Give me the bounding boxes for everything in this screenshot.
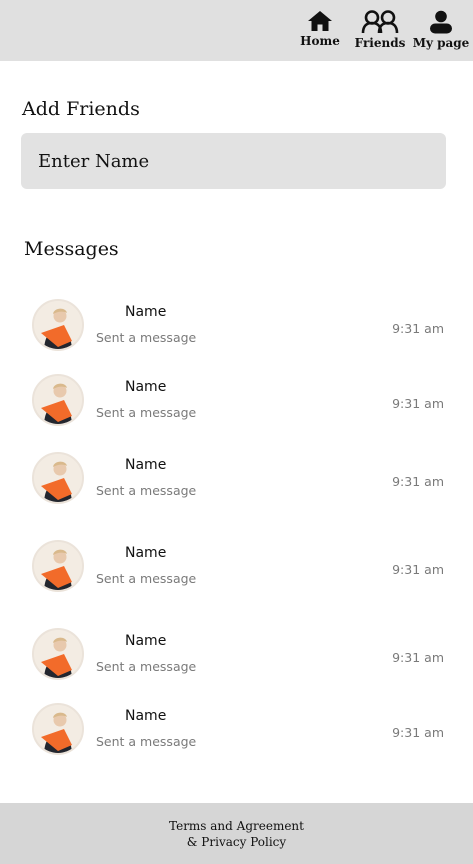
privacy-policy-link[interactable]: & Privacy Policy	[187, 834, 286, 850]
messages-title: Messages	[24, 238, 119, 260]
terms-link[interactable]: Terms and Agreement	[169, 818, 304, 834]
message-preview: Sent a message	[96, 483, 197, 498]
avatar	[32, 628, 84, 680]
nav-my-page[interactable]: My page	[413, 10, 469, 50]
message-sender-name: Name	[125, 708, 167, 724]
avatar	[32, 452, 84, 504]
message-time: 9:31 am	[392, 321, 444, 336]
message-time: 9:31 am	[392, 562, 444, 577]
user-icon	[428, 10, 454, 34]
message-time: 9:31 am	[392, 396, 444, 411]
nav-friends-label: Friends	[354, 36, 406, 50]
message-preview: Sent a message	[96, 330, 197, 345]
nav-home-label: Home	[300, 34, 340, 48]
footer: Terms and Agreement & Privacy Policy	[0, 803, 473, 864]
message-sender-name: Name	[125, 304, 167, 320]
message-item[interactable]: Name Sent a message 9:31 am	[0, 628, 473, 688]
message-sender-name: Name	[125, 379, 167, 395]
message-preview: Sent a message	[96, 659, 197, 674]
message-item[interactable]: Name Sent a message 9:31 am	[0, 540, 473, 600]
home-icon	[307, 10, 333, 32]
nav-home[interactable]: Home	[300, 10, 340, 48]
top-nav-bar: Home Friends My page	[0, 0, 473, 61]
message-preview: Sent a message	[96, 405, 197, 420]
message-item[interactable]: Name Sent a message 9:31 am	[0, 374, 473, 434]
message-sender-name: Name	[125, 633, 167, 649]
message-item[interactable]: Name Sent a message 9:31 am	[0, 299, 473, 359]
message-preview: Sent a message	[96, 734, 197, 749]
message-sender-name: Name	[125, 545, 167, 561]
enter-name-input[interactable]	[21, 133, 446, 189]
avatar	[32, 703, 84, 755]
message-item[interactable]: Name Sent a message 9:31 am	[0, 452, 473, 512]
message-sender-name: Name	[125, 457, 167, 473]
message-time: 9:31 am	[392, 725, 444, 740]
message-preview: Sent a message	[96, 571, 197, 586]
message-time: 9:31 am	[392, 474, 444, 489]
avatar	[32, 374, 84, 426]
message-time: 9:31 am	[392, 650, 444, 665]
nav-my-page-label: My page	[412, 36, 470, 50]
avatar	[32, 299, 84, 351]
message-item[interactable]: Name Sent a message 9:31 am	[0, 703, 473, 763]
friends-icon	[361, 10, 399, 34]
avatar	[32, 540, 84, 592]
nav-friends[interactable]: Friends	[354, 10, 406, 50]
add-friends-title: Add Friends	[22, 98, 140, 120]
